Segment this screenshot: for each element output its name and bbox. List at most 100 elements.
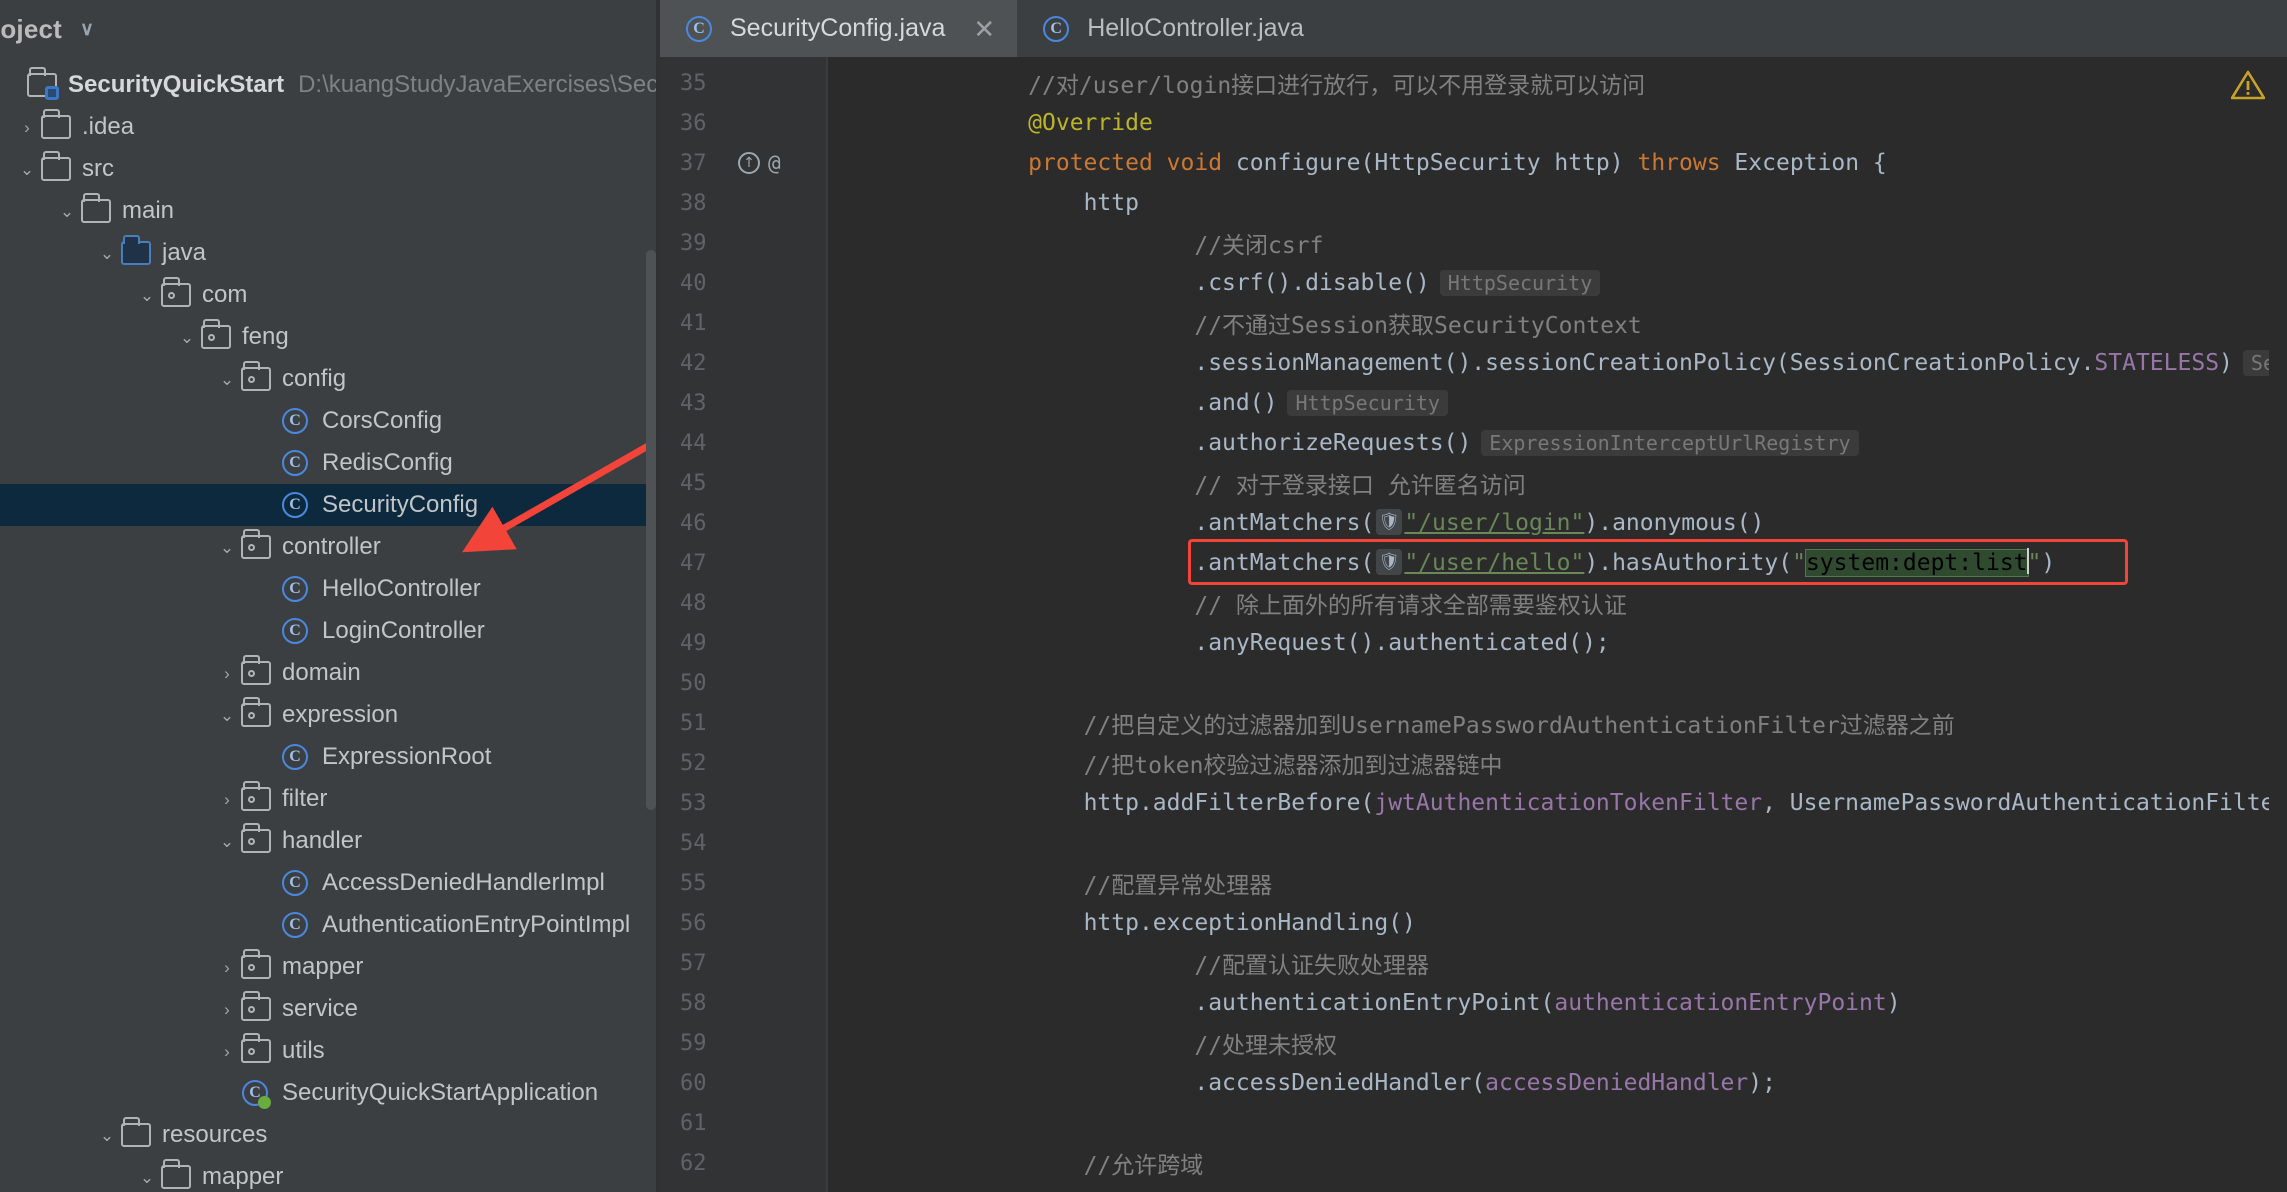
gutter-line-62[interactable]: 62: [660, 1143, 828, 1183]
gutter-line-49[interactable]: 49: [660, 623, 828, 663]
chevron-down-icon[interactable]: ⌄: [174, 329, 200, 346]
tree-row-authenticationentrypointimpl[interactable]: C AuthenticationEntryPointImpl: [0, 904, 660, 946]
code-line-44[interactable]: .authorizeRequests() ExpressionInterceptU…: [828, 423, 2287, 463]
code-line-56[interactable]: http.exceptionHandling(): [828, 903, 2287, 943]
tree-row-expressionroot[interactable]: C ExpressionRoot: [0, 736, 660, 778]
project-panel-scrollbar[interactable]: [646, 250, 656, 810]
override-arrow-icon[interactable]: [738, 152, 760, 174]
tree-row-main[interactable]: ⌄ main: [0, 190, 660, 232]
gutter-line-38[interactable]: 38: [660, 183, 828, 223]
chevron-down-icon[interactable]: ⌄: [94, 245, 120, 262]
chevron-down-icon[interactable]: ∨: [80, 18, 94, 41]
tree-row-controller[interactable]: ⌄ controller: [0, 526, 660, 568]
code-line-41[interactable]: //不通过Session获取SecurityContext: [828, 303, 2287, 343]
gutter-line-59[interactable]: 59: [660, 1023, 828, 1063]
code-line-58[interactable]: .authenticationEntryPoint(authentication…: [828, 983, 2287, 1023]
url-mapping-icon[interactable]: 🛡: [1376, 509, 1403, 535]
gutter-line-61[interactable]: 61: [660, 1103, 828, 1143]
code-line-49[interactable]: .anyRequest().authenticated();: [828, 623, 2287, 663]
code-line-55[interactable]: //配置异常处理器: [828, 863, 2287, 903]
code-line-43[interactable]: .and() HttpSecurity: [828, 383, 2287, 423]
chevron-right-icon[interactable]: ›: [214, 1001, 240, 1018]
tree-row-service[interactable]: › service: [0, 988, 660, 1030]
chevron-down-icon[interactable]: ⌄: [134, 287, 160, 304]
gutter-line-52[interactable]: 52: [660, 743, 828, 783]
chevron-right-icon[interactable]: ›: [214, 1043, 240, 1060]
warning-triangle-icon[interactable]: [2231, 70, 2265, 100]
tree-row-com[interactable]: ⌄ com: [0, 274, 660, 316]
gutter-line-42[interactable]: 42: [660, 343, 828, 383]
code-line-39[interactable]: //关闭csrf: [828, 223, 2287, 263]
code-line-57[interactable]: //配置认证失败处理器: [828, 943, 2287, 983]
gutter-line-35[interactable]: 35: [660, 63, 828, 103]
code-text[interactable]: //对/user/login接口进行放行，可以不用登录就可以访问 @Overri…: [828, 57, 2287, 1192]
tree-row-hellocontroller[interactable]: C HelloController: [0, 568, 660, 610]
tree-row-filter[interactable]: › filter: [0, 778, 660, 820]
gutter-line-48[interactable]: 48: [660, 583, 828, 623]
tree-row-mapper[interactable]: › mapper: [0, 946, 660, 988]
gutter-line-58[interactable]: 58: [660, 983, 828, 1023]
tree-row-domain[interactable]: › domain: [0, 652, 660, 694]
code-line-61[interactable]: [828, 1103, 2287, 1143]
code-line-38[interactable]: http: [828, 183, 2287, 223]
gutter-line-51[interactable]: 51: [660, 703, 828, 743]
editor-tab-hellocontroller-java[interactable]: C HelloController.java: [1017, 0, 1326, 57]
url-mapping-icon[interactable]: 🛡: [1376, 549, 1403, 575]
gutter-line-37[interactable]: 37 @: [660, 143, 828, 183]
gutter-line-60[interactable]: 60: [660, 1063, 828, 1103]
code-line-59[interactable]: //处理未授权: [828, 1023, 2287, 1063]
tree-row-mapper[interactable]: ⌄ mapper: [0, 1156, 660, 1192]
chevron-right-icon[interactable]: ›: [214, 665, 240, 682]
gutter-line-41[interactable]: 41: [660, 303, 828, 343]
gutter-line-47[interactable]: 47: [660, 543, 828, 583]
chevron-right-icon[interactable]: ›: [14, 119, 40, 136]
tree-row-utils[interactable]: › utils: [0, 1030, 660, 1072]
gutter-line-50[interactable]: 50: [660, 663, 828, 703]
gutter-line-56[interactable]: 56: [660, 903, 828, 943]
code-line-54[interactable]: [828, 823, 2287, 863]
code-line-45[interactable]: // 对于登录接口 允许匿名访问: [828, 463, 2287, 503]
tree-row-accessdeniedhandlerimpl[interactable]: C AccessDeniedHandlerImpl: [0, 862, 660, 904]
chevron-down-icon[interactable]: ⌄: [134, 1169, 160, 1186]
tree-row-project-root[interactable]: SecurityQuickStart D:\kuangStudyJavaExerc…: [0, 64, 660, 106]
code-line-40[interactable]: .csrf().disable() HttpSecurity: [828, 263, 2287, 303]
code-line-46[interactable]: .antMatchers(🛡 "/user/login").anonymous(): [828, 503, 2287, 543]
tree-row-corsconfig[interactable]: C CorsConfig: [0, 400, 660, 442]
gutter-line-44[interactable]: 44: [660, 423, 828, 463]
chevron-down-icon[interactable]: ⌄: [214, 539, 240, 556]
tree-row-logincontroller[interactable]: C LoginController: [0, 610, 660, 652]
at-symbol-icon[interactable]: @: [768, 151, 781, 175]
code-line-42[interactable]: .sessionManagement().sessionCreationPoli…: [828, 343, 2287, 383]
gutter-line-53[interactable]: 53: [660, 783, 828, 823]
chevron-down-icon[interactable]: ⌄: [214, 833, 240, 850]
code-line-50[interactable]: [828, 663, 2287, 703]
tree-row-securityquickstartapplication[interactable]: C SecurityQuickStartApplication: [0, 1072, 660, 1114]
tree-row-expression[interactable]: ⌄ expression: [0, 694, 660, 736]
chevron-down-icon[interactable]: ⌄: [214, 371, 240, 388]
tree-row-feng[interactable]: ⌄ feng: [0, 316, 660, 358]
tree-row-redisconfig[interactable]: C RedisConfig: [0, 442, 660, 484]
gutter-line-63[interactable]: 63: [660, 1183, 828, 1192]
code-line-37[interactable]: protected void configure (HttpSecurity ht…: [828, 143, 2287, 183]
editor-gutter[interactable]: 35 36 37 @38 39 40 41 42 43 44 45 46 47 48 49 50 51 52 53 5…: [660, 57, 828, 1192]
code-line-60[interactable]: .accessDeniedHandler(accessDeniedHandler…: [828, 1063, 2287, 1103]
code-line-35[interactable]: //对/user/login接口进行放行，可以不用登录就可以访问: [828, 63, 2287, 103]
chevron-right-icon[interactable]: ›: [214, 959, 240, 976]
tree-row-resources[interactable]: ⌄ resources: [0, 1114, 660, 1156]
code-line-52[interactable]: //把token校验过滤器添加到过滤器链中: [828, 743, 2287, 783]
tree-row-java[interactable]: ⌄ java: [0, 232, 660, 274]
chevron-down-icon[interactable]: ⌄: [94, 1127, 120, 1144]
code-line-51[interactable]: //把自定义的过滤器加到UsernamePasswordAuthenticati…: [828, 703, 2287, 743]
gutter-line-36[interactable]: 36: [660, 103, 828, 143]
code-line-53[interactable]: http.addFilterBefore(jwtAuthenticationTo…: [828, 783, 2287, 823]
gutter-line-46[interactable]: 46: [660, 503, 828, 543]
chevron-right-icon[interactable]: ›: [214, 791, 240, 808]
code-line-62[interactable]: //允许跨域: [828, 1143, 2287, 1183]
gutter-line-39[interactable]: 39: [660, 223, 828, 263]
gutter-line-57[interactable]: 57: [660, 943, 828, 983]
tree-row-securityconfig[interactable]: C SecurityConfig: [0, 484, 660, 526]
chevron-down-icon[interactable]: ⌄: [214, 707, 240, 724]
gutter-line-55[interactable]: 55: [660, 863, 828, 903]
close-icon[interactable]: ✕: [973, 16, 995, 42]
code-line-48[interactable]: // 除上面外的所有请求全部需要鉴权认证: [828, 583, 2287, 623]
